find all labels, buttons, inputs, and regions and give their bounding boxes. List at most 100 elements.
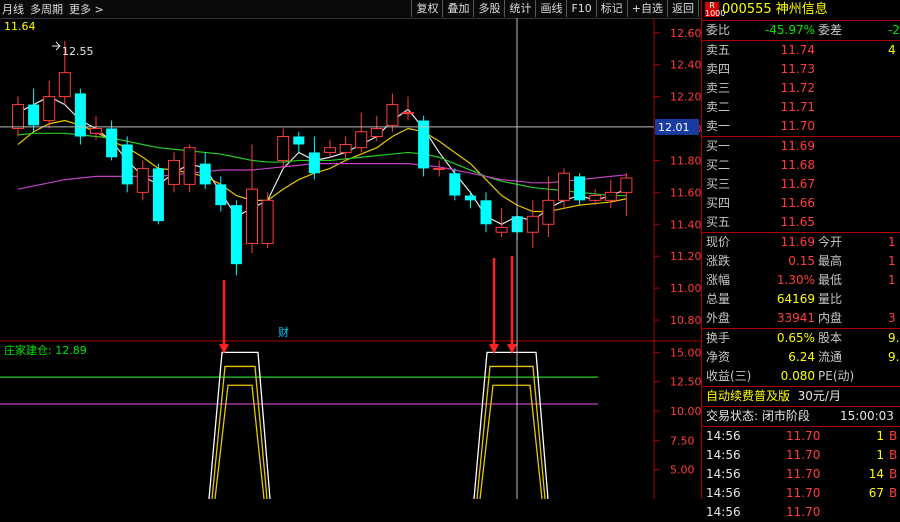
candle-body [339,143,352,153]
sell-level-5[interactable]: 卖五 11.74 4 [702,41,900,60]
sell-level-price: 11.70 [780,119,815,133]
stock-name: 神州信息 [775,2,828,17]
back-button[interactable]: 返回 [667,0,699,17]
promo-banner[interactable]: 自动续费普及版 30元/月 [702,386,900,406]
candle-body [308,152,320,174]
annotations [52,41,517,354]
quote-label: 涨幅 [706,273,731,287]
sell-level-price: 11.74 [780,43,815,57]
candle [74,88,86,145]
indicator-tick-label: 12.50 [670,376,701,389]
sell-orderbook: 卖五 11.74 4 卖四 11.73 卖三 11.72 卖二 11.71 卖一 11.70 [702,40,900,136]
overlay-button[interactable]: 叠加 [442,0,473,17]
price-tick-label: 11.80 [670,154,701,167]
buy-level-2[interactable]: 买二 11.68 [702,156,900,175]
tick-direction: B [889,448,898,462]
buy-level-1[interactable]: 买一 11.69 [702,137,900,156]
candle [620,173,633,217]
draw-line-button[interactable]: 画线 [535,0,566,17]
candle-body [293,136,305,145]
sell-level-2[interactable]: 卖二 11.71 [702,98,900,117]
buy-level-3[interactable]: 买三 11.67 [702,175,900,194]
candle-body [168,159,180,185]
quote-label: 涨跌 [706,254,731,268]
candle [152,163,164,225]
candle [308,136,320,180]
buy-level-label: 买二 [706,158,731,172]
quote-label-2: 今开 [818,235,843,249]
buy-level-label: 买四 [706,196,731,210]
sell-level-price: 11.72 [780,81,815,95]
quote-value: 64169 [776,292,815,306]
multi-period-button[interactable]: 多周期 [30,1,63,17]
candle-body [215,184,227,206]
candle-body [74,93,86,137]
restore-rights-button[interactable]: 复权 [411,0,442,17]
stock-badge: R 1000 [705,1,726,18]
candle [12,96,24,137]
fundamental-label-2: 流通 [818,350,843,364]
period-monthly[interactable]: 月线 [2,1,24,17]
quote-label-2: 内盘 [818,311,843,325]
candle-body [28,104,40,126]
candle [136,160,149,201]
finance-event-marker[interactable]: 财 [278,325,289,339]
committee-diff-label: 委差 [818,23,843,37]
indicator-tick-label: 15.00 [670,346,701,359]
candle-body [12,104,24,130]
candle-body [574,176,586,201]
tick-price: 11.70 [786,486,821,500]
quote-label-2: 最低 [818,273,843,287]
sell-level-label: 卖二 [706,100,731,114]
candle-body [620,177,633,193]
trade-state-label: 交易状态: 闭市阶段 [706,409,810,423]
buy-level-label: 买三 [706,177,731,191]
buy-level-label: 买五 [706,215,731,229]
sell-level-1[interactable]: 卖一 11.70 [702,117,900,136]
tick-price: 11.70 [786,505,821,519]
quote-value-2: 3 [888,311,896,325]
trade-state-row: 交易状态: 闭市阶段 15:00:03 [702,406,900,427]
quote-value: 1.30% [776,273,815,287]
quote-panel: R 1000 000555 神州信息 委比 -45.97% 委差 -2 卖五 11… [701,0,900,519]
tick-time: 14:56 [706,505,741,519]
sell-level-label: 卖五 [706,43,731,57]
fundamental-label-2: 股本 [818,331,843,345]
signal-inner [211,365,268,499]
kline-chart[interactable]: 12.6012.4012.2012.0011.8011.6011.4011.20… [0,18,701,499]
sell-level-4[interactable]: 卖四 11.73 [702,60,900,79]
tick-time: 14:56 [706,467,741,481]
candle-body [449,173,461,196]
add-watchlist-button[interactable]: +自选 [626,0,667,17]
more-button[interactable]: 更多 > [69,1,104,17]
stock-title[interactable]: 000555 神州信息 [722,0,828,20]
sell-level-label: 卖一 [706,119,731,133]
candle [293,131,305,153]
sell-level-3[interactable]: 卖三 11.72 [702,79,900,98]
quote-value: 33941 [776,311,815,325]
candle [324,139,336,158]
quote-row: 涨幅 1.30% 最低 1 [702,271,900,290]
quote-value-2: 1 [888,254,896,268]
price-tick-label: 12.60 [670,27,701,40]
candle [199,152,211,190]
price-tick-label: 11.00 [670,282,701,295]
buy-level-5[interactable]: 买五 11.65 [702,213,900,232]
multi-stock-button[interactable]: 多股 [473,0,504,17]
tick-volume: 14 [868,467,884,481]
candle-body [43,96,56,122]
buy-orderbook: 买一 11.69 买二 11.68 买三 11.67 买四 11.66 买五 11.65 [702,136,900,232]
buy-level-price: 11.65 [780,215,815,229]
mark-button[interactable]: 标记 [595,0,627,17]
committee-ratio-value: -45.97% [764,23,815,37]
buy-level-4[interactable]: 买四 11.66 [702,194,900,213]
candle-body [495,226,508,233]
committee-ratio-label: 委比 [706,23,731,37]
indicator-tick-label: 10.00 [670,405,701,418]
statistics-button[interactable]: 统计 [504,0,535,17]
tick-list[interactable]: 14:56 11.70 1 B 14:56 11.70 1 B 14:56 11.70 14 B 14:… [702,427,900,522]
signal-arrow [507,256,517,354]
f10-button[interactable]: F10 [566,0,595,17]
high-label: 12.55 [62,45,94,58]
tick-price: 11.70 [786,429,821,443]
